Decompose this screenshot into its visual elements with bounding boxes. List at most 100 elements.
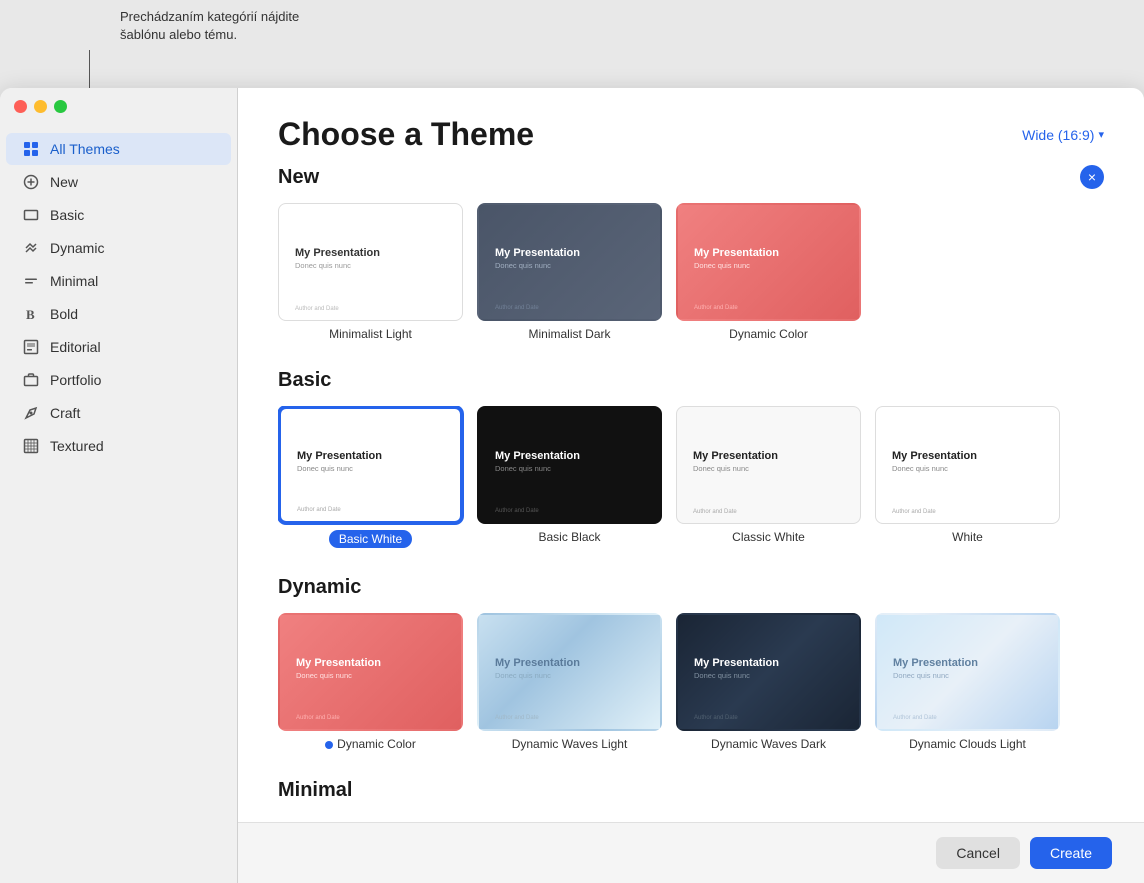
theme-label-basic-white: Basic White	[329, 530, 412, 548]
thumb-footer: Author and Date	[295, 306, 339, 312]
section-minimal: Minimal	[278, 779, 1104, 802]
theme-card-dynamic-clouds-light[interactable]: My PresentationDonec quis nuncAuthor and…	[875, 613, 1060, 751]
textured-icon	[22, 437, 40, 455]
theme-thumbnail-basic-white: My Presentation Donec quis nunc Author and…	[278, 406, 463, 524]
theme-label-minimalist-light: Minimalist Light	[329, 327, 412, 341]
theme-card-basic-white[interactable]: My Presentation Donec quis nunc Author and…	[278, 406, 463, 548]
theme-thumbnail-basic-black: My PresentationDonec quis nuncAuthor and…	[477, 406, 662, 524]
aspect-ratio-button[interactable]: Wide (16:9) ▾	[1022, 127, 1104, 143]
thumb-title: My Presentation	[296, 657, 445, 669]
thumb-subtitle: Donec quis nunc	[296, 671, 445, 680]
thumb-subtitle: Donec quis nunc	[892, 464, 1043, 473]
thumb-footer: Author and Date	[694, 305, 738, 311]
sidebar-item-dynamic[interactable]: Dynamic	[6, 232, 231, 264]
theme-label-basic-black: Basic Black	[538, 530, 600, 544]
thumb-subtitle: Donec quis nunc	[893, 671, 1042, 680]
section-header-minimal: Minimal	[278, 779, 1104, 802]
chevron-down-icon: ▾	[1098, 128, 1104, 141]
portfolio-icon	[22, 371, 40, 389]
theme-card-white[interactable]: My PresentationDonec quis nuncAuthor and…	[875, 406, 1060, 548]
cancel-button[interactable]: Cancel	[936, 837, 1020, 869]
section-header-new: New×	[278, 165, 1104, 189]
tooltip: Prechádzaním kategórií nájdite šablónu a…	[120, 8, 299, 44]
section-title-dynamic: Dynamic	[278, 576, 361, 599]
thumb-footer: Author and Date	[297, 507, 341, 513]
theme-card-dynamic-color-new[interactable]: My Presentation Donec quis nunc Author and…	[676, 203, 861, 341]
editorial-icon	[22, 338, 40, 356]
thumb-title: My Presentation	[295, 247, 446, 259]
theme-thumbnail-classic-white: My PresentationDonec quis nuncAuthor and…	[676, 406, 861, 524]
theme-card-basic-black[interactable]: My PresentationDonec quis nuncAuthor and…	[477, 406, 662, 548]
section-dynamic: Dynamic My Presentation Donec quis nunc Aut…	[278, 576, 1104, 751]
bold-icon: B	[22, 305, 40, 323]
theme-label-classic-white: Classic White	[732, 530, 805, 544]
sidebar-item-label-portfolio: Portfolio	[50, 372, 101, 388]
theme-label-dynamic-clouds-light: Dynamic Clouds Light	[909, 737, 1026, 751]
thumb-footer: Author and Date	[893, 715, 937, 721]
sidebar-item-craft[interactable]: Craft	[6, 397, 231, 429]
theme-dot-icon	[325, 741, 333, 749]
thumb-subtitle: Donec quis nunc	[297, 464, 444, 473]
thumb-footer: Author and Date	[495, 715, 539, 721]
sidebar-item-minimal[interactable]: Minimal	[6, 265, 231, 297]
craft-icon	[22, 404, 40, 422]
minimize-button[interactable]	[34, 100, 47, 113]
thumb-subtitle: Donec quis nunc	[693, 464, 844, 473]
theme-card-minimalist-dark[interactable]: My PresentationDonec quis nuncAuthor and…	[477, 203, 662, 341]
sidebar-item-textured[interactable]: Textured	[6, 430, 231, 462]
theme-card-dynamic-color[interactable]: My Presentation Donec quis nunc Author and…	[278, 613, 463, 751]
sidebar-item-label-bold: Bold	[50, 306, 78, 322]
theme-thumbnail-minimalist-dark: My PresentationDonec quis nuncAuthor and…	[477, 203, 662, 321]
basic-icon	[22, 206, 40, 224]
section-header-dynamic: Dynamic	[278, 576, 1104, 599]
sidebar-item-new[interactable]: New	[6, 166, 231, 198]
header: Choose a Theme Wide (16:9) ▾	[238, 88, 1144, 165]
thumb-title: My Presentation	[892, 450, 1043, 462]
section-new: New× My Presentation Donec quis nunc Author…	[278, 165, 1104, 341]
theme-thumbnail-minimalist-light: My PresentationDonec quis nuncAuthor and…	[278, 203, 463, 321]
sidebar-item-portfolio[interactable]: Portfolio	[6, 364, 231, 396]
aspect-ratio-label: Wide (16:9)	[1022, 127, 1094, 143]
all-themes-icon	[22, 140, 40, 158]
sidebar-item-label-minimal: Minimal	[50, 273, 98, 289]
fullscreen-button[interactable]	[54, 100, 67, 113]
thumb-subtitle: Donec quis nunc	[694, 671, 843, 680]
theme-thumbnail-dynamic-color: My Presentation Donec quis nunc Author and…	[278, 613, 463, 731]
sidebar-item-label-all-themes: All Themes	[50, 141, 120, 157]
theme-label-dynamic-color: Dynamic Color	[325, 737, 416, 751]
thumb-subtitle: Donec quis nunc	[694, 261, 843, 270]
sidebar-item-bold[interactable]: B Bold	[6, 298, 231, 330]
sidebar-item-editorial[interactable]: Editorial	[6, 331, 231, 363]
thumb-title: My Presentation	[694, 247, 843, 259]
theme-thumbnail-dynamic-waves-light: My PresentationDonec quis nuncAuthor and…	[477, 613, 662, 731]
theme-grid-basic: My Presentation Donec quis nunc Author and…	[278, 406, 1104, 548]
new-icon	[22, 173, 40, 191]
close-section-button[interactable]: ×	[1080, 165, 1104, 189]
sidebar: All Themes New Basic Dynamic Minimal B Bold Edi…	[0, 88, 238, 883]
thumb-title: My Presentation	[297, 450, 444, 462]
sidebar-item-label-new: New	[50, 174, 78, 190]
sidebar-item-all-themes[interactable]: All Themes	[6, 133, 231, 165]
theme-card-minimalist-light[interactable]: My PresentationDonec quis nuncAuthor and…	[278, 203, 463, 341]
theme-grid-area: New× My Presentation Donec quis nunc Author…	[238, 165, 1144, 822]
thumb-footer: Author and Date	[693, 509, 737, 515]
section-title-minimal: Minimal	[278, 779, 352, 802]
section-title-basic: Basic	[278, 369, 331, 392]
sidebar-item-basic[interactable]: Basic	[6, 199, 231, 231]
theme-card-classic-white[interactable]: My PresentationDonec quis nuncAuthor and…	[676, 406, 861, 548]
create-button[interactable]: Create	[1030, 837, 1112, 869]
svg-text:B: B	[26, 307, 35, 322]
theme-label-white: White	[952, 530, 983, 544]
sidebar-item-label-dynamic: Dynamic	[50, 240, 104, 256]
theme-thumbnail-dynamic-waves-dark: My PresentationDonec quis nuncAuthor and…	[676, 613, 861, 731]
thumb-title: My Presentation	[495, 450, 644, 462]
close-button[interactable]	[14, 100, 27, 113]
main-window: All Themes New Basic Dynamic Minimal B Bold Edi…	[0, 88, 1144, 883]
thumb-subtitle: Donec quis nunc	[495, 671, 644, 680]
section-header-basic: Basic	[278, 369, 1104, 392]
theme-card-dynamic-waves-dark[interactable]: My PresentationDonec quis nuncAuthor and…	[676, 613, 861, 751]
theme-thumbnail-dynamic-clouds-light: My PresentationDonec quis nuncAuthor and…	[875, 613, 1060, 731]
theme-card-dynamic-waves-light[interactable]: My PresentationDonec quis nuncAuthor and…	[477, 613, 662, 751]
theme-grid-new: My Presentation Donec quis nunc Author and…	[278, 203, 1104, 341]
thumb-footer: Author and Date	[296, 715, 340, 721]
